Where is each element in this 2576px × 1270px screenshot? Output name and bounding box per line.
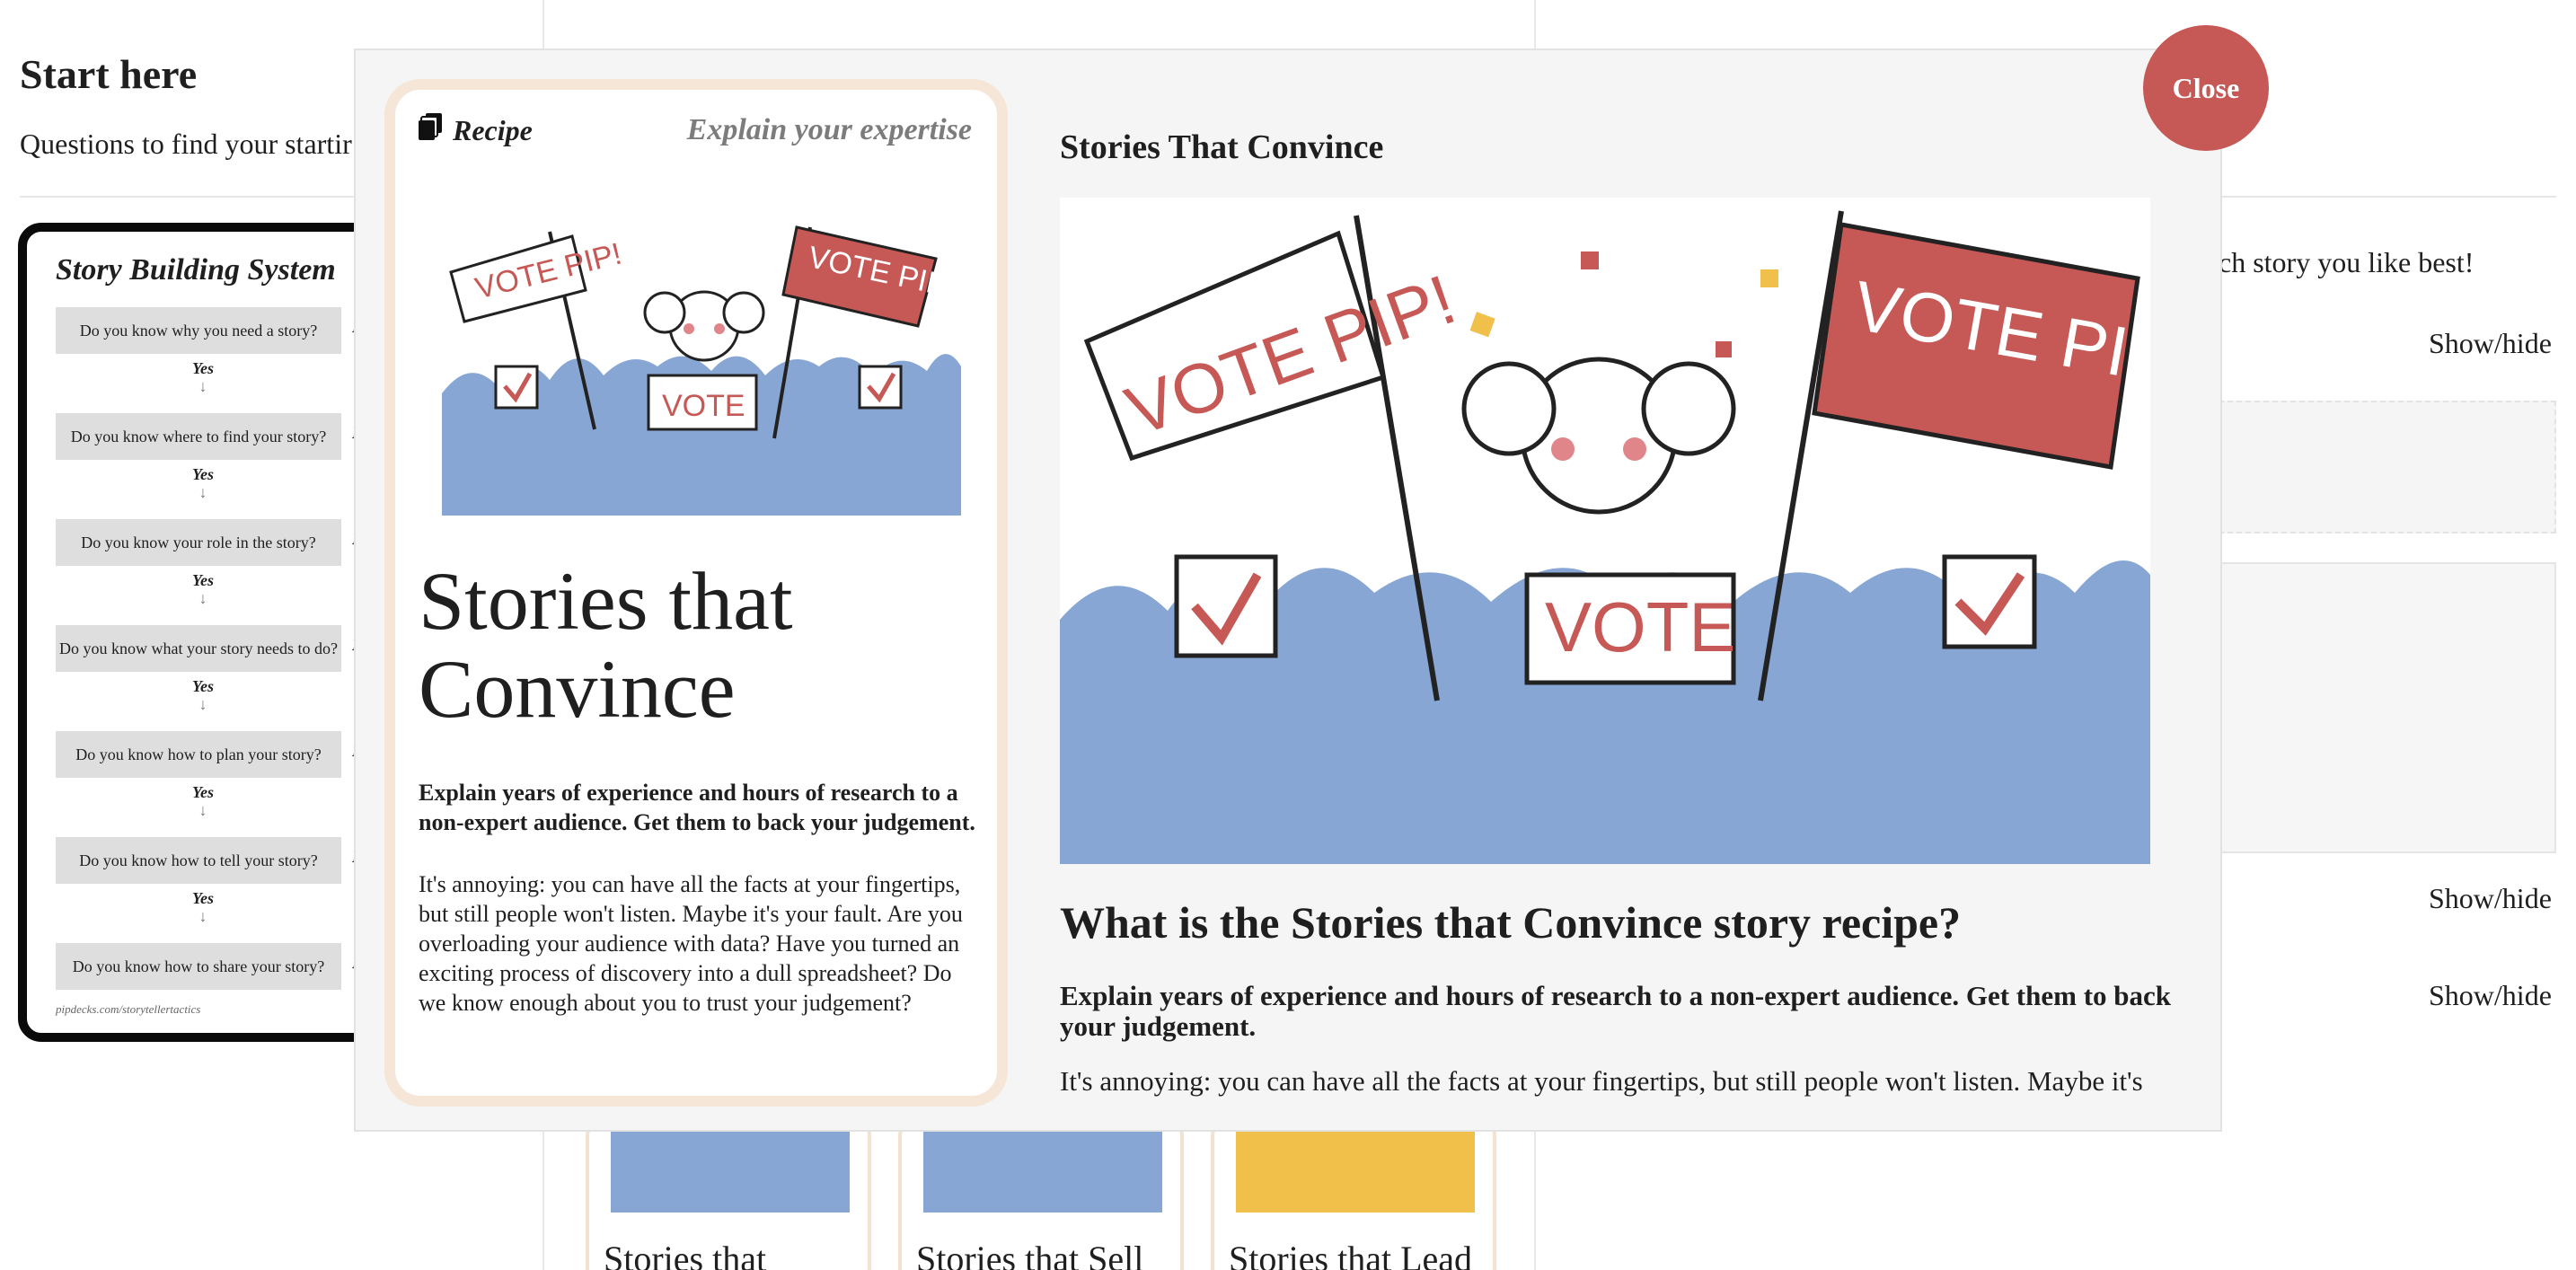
recipe-tag: Explain your expertise xyxy=(686,113,972,146)
sbs-question: Do you know how to tell your story? xyxy=(56,837,341,884)
instruction-text: ch story you like best! xyxy=(2219,246,2475,278)
notes-textarea[interactable] xyxy=(2219,562,2556,853)
tile-title: Stories that xyxy=(604,1239,767,1270)
recipe-heading: What is the Stories that Convince story … xyxy=(1060,897,1962,948)
modal-title: Stories That Convince xyxy=(1060,128,1384,166)
sbs-question: Do you know how to share your story? xyxy=(56,943,341,990)
svg-text:VOTE: VOTE xyxy=(1545,587,1735,666)
down-arrow-icon: ↓ xyxy=(198,907,207,925)
down-arrow-icon: ↓ xyxy=(198,377,207,395)
sbs-yes-label: Yes ↓ xyxy=(167,889,239,925)
recipe-tile[interactable]: Stories that Lead xyxy=(1211,1123,1496,1270)
close-button[interactable]: Close xyxy=(2143,25,2269,151)
sbs-yes-label: Yes ↓ xyxy=(167,677,239,713)
sbs-yes-label: Yes ↓ xyxy=(167,465,239,501)
divider xyxy=(2219,196,2556,198)
tile-title: Stories that Sell xyxy=(916,1239,1144,1270)
recipe-card: Recipe Explain your expertise VOTE PIP! … xyxy=(384,79,1008,1107)
down-arrow-icon: ↓ xyxy=(198,589,207,607)
svg-text:VOTE: VOTE xyxy=(662,389,745,423)
vote-pip-illustration: VOTE PIP! VOTE PIP! VOTE xyxy=(442,225,961,516)
recipe-card-body: It's annoying: you can have all the fact… xyxy=(419,871,963,1016)
recipe-lead: Explain years of experience and hours of… xyxy=(1060,980,2172,1042)
down-arrow-icon: ↓ xyxy=(198,483,207,501)
sbs-question: Do you know where to find your story? xyxy=(56,413,341,460)
down-arrow-icon: ↓ xyxy=(198,695,207,713)
recipe-body: It's annoying: you can have all the fact… xyxy=(1060,1065,2143,1097)
hero-illustration: VOTE PIP! VOTE PIP! VOTE xyxy=(1060,198,2150,864)
show-hide-toggle[interactable]: Show/hide xyxy=(2429,882,2552,915)
recipe-card-lead: Explain years of experience and hours of… xyxy=(419,780,975,835)
tile-illustration xyxy=(1236,1126,1475,1213)
drop-zone[interactable] xyxy=(2219,401,2556,534)
recipe-label: Recipe xyxy=(419,113,533,147)
sbs-yes-label: Yes ↓ xyxy=(167,783,239,819)
sbs-yes-label: Yes ↓ xyxy=(167,359,239,395)
show-hide-toggle[interactable]: Show/hide xyxy=(2429,327,2552,360)
cards-icon xyxy=(419,113,444,147)
sbs-title: Story Building System xyxy=(56,253,336,287)
sbs-question: Do you know why you need a story? xyxy=(56,307,341,354)
down-arrow-icon: ↓ xyxy=(198,801,207,819)
recipe-modal: Recipe Explain your expertise VOTE PIP! … xyxy=(354,49,2222,1132)
recipe-card-title: Stories that Convince xyxy=(419,555,793,735)
sbs-url: pipdecks.com/storytellertactics xyxy=(56,1002,201,1016)
start-here-heading: Start here xyxy=(20,51,198,97)
recipe-tile[interactable]: Stories that xyxy=(586,1123,871,1270)
show-hide-toggle[interactable]: Show/hide xyxy=(2429,979,2552,1012)
tile-title: Stories that Lead xyxy=(1229,1239,1473,1270)
tile-illustration xyxy=(611,1126,850,1213)
start-here-subtitle: Questions to find your startir xyxy=(20,128,352,160)
recipe-tile[interactable]: Stories that Sell xyxy=(898,1123,1184,1270)
sbs-question: Do you know your role in the story? xyxy=(56,519,341,566)
tile-illustration xyxy=(923,1126,1162,1213)
sbs-yes-label: Yes ↓ xyxy=(167,571,239,607)
sbs-question: Do you know how to plan your story? xyxy=(56,731,341,778)
sbs-question: Do you know what your story needs to do? xyxy=(56,625,341,672)
